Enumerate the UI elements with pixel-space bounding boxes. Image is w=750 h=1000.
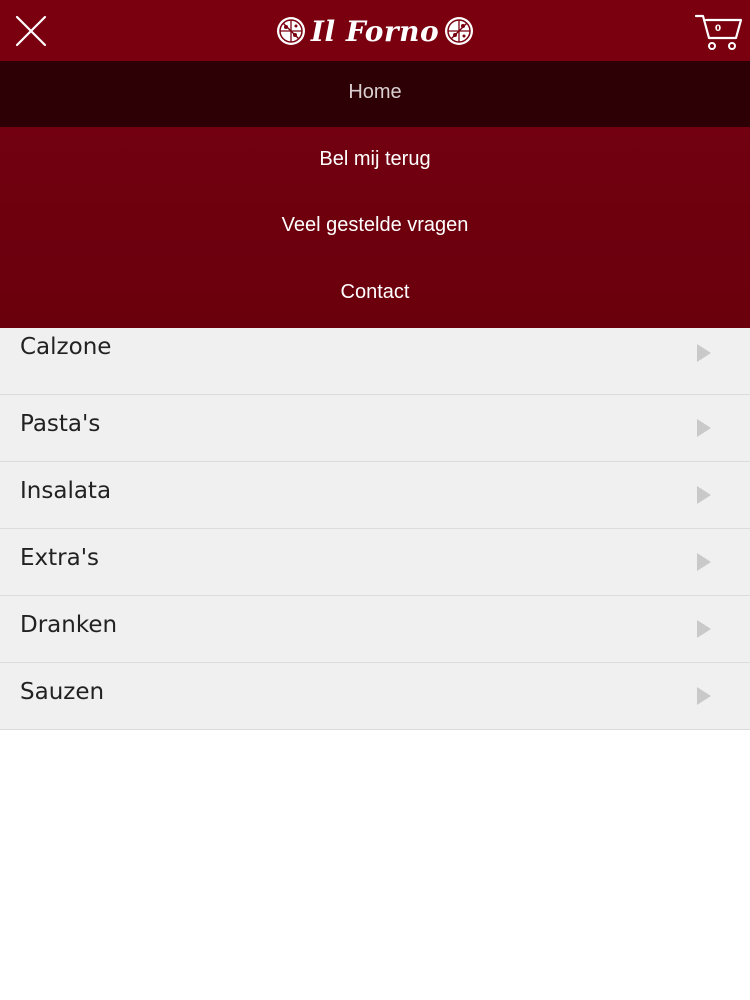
main-navigation: Home Bel mij terug Veel gestelde vragen … — [0, 61, 750, 328]
chevron-right-icon — [697, 344, 711, 362]
chevron-right-icon — [697, 620, 711, 638]
nav-item-label: Veel gestelde vragen — [281, 214, 469, 236]
cart-count-badge: 0 — [714, 24, 722, 34]
brand-name: Il Forno — [310, 14, 440, 48]
list-item-label: Calzone — [20, 334, 112, 360]
list-item-extras[interactable]: Extra's — [0, 529, 750, 596]
list-item-calzone[interactable]: Calzone — [0, 328, 750, 395]
list-item-insalata[interactable]: Insalata — [0, 462, 750, 529]
chevron-right-icon — [697, 419, 711, 437]
nav-item-home[interactable]: Home — [0, 61, 750, 127]
pizza-icon — [445, 17, 474, 45]
nav-item-bel-mij-terug[interactable]: Bel mij terug — [0, 127, 750, 193]
nav-item-label: Bel mij terug — [319, 148, 431, 170]
pizza-icon — [276, 17, 305, 45]
app-header: Il Forno 0 — [0, 0, 750, 61]
menu-category-list: Calzone Pasta's Insalata Extra's Dranken… — [0, 328, 750, 730]
nav-item-contact[interactable]: Contact — [0, 259, 750, 325]
nav-item-faq[interactable]: Veel gestelde vragen — [0, 193, 750, 259]
list-item-label: Pasta's — [20, 411, 101, 437]
list-item-dranken[interactable]: Dranken — [0, 596, 750, 663]
list-item-sauzen[interactable]: Sauzen — [0, 663, 750, 730]
nav-item-label: Contact — [340, 281, 410, 303]
chevron-right-icon — [697, 687, 711, 705]
list-item-label: Extra's — [20, 545, 100, 571]
chevron-right-icon — [697, 553, 711, 571]
brand-logo[interactable]: Il Forno — [276, 12, 474, 50]
list-item-label: Insalata — [20, 478, 112, 504]
cart-button[interactable]: 0 — [694, 10, 744, 52]
nav-item-label: Home — [348, 81, 402, 103]
list-item-label: Sauzen — [20, 679, 105, 705]
close-icon — [15, 15, 47, 47]
close-menu-button[interactable] — [14, 14, 48, 48]
chevron-right-icon — [697, 486, 711, 504]
list-item-pastas[interactable]: Pasta's — [0, 395, 750, 462]
list-item-label: Dranken — [20, 612, 118, 638]
